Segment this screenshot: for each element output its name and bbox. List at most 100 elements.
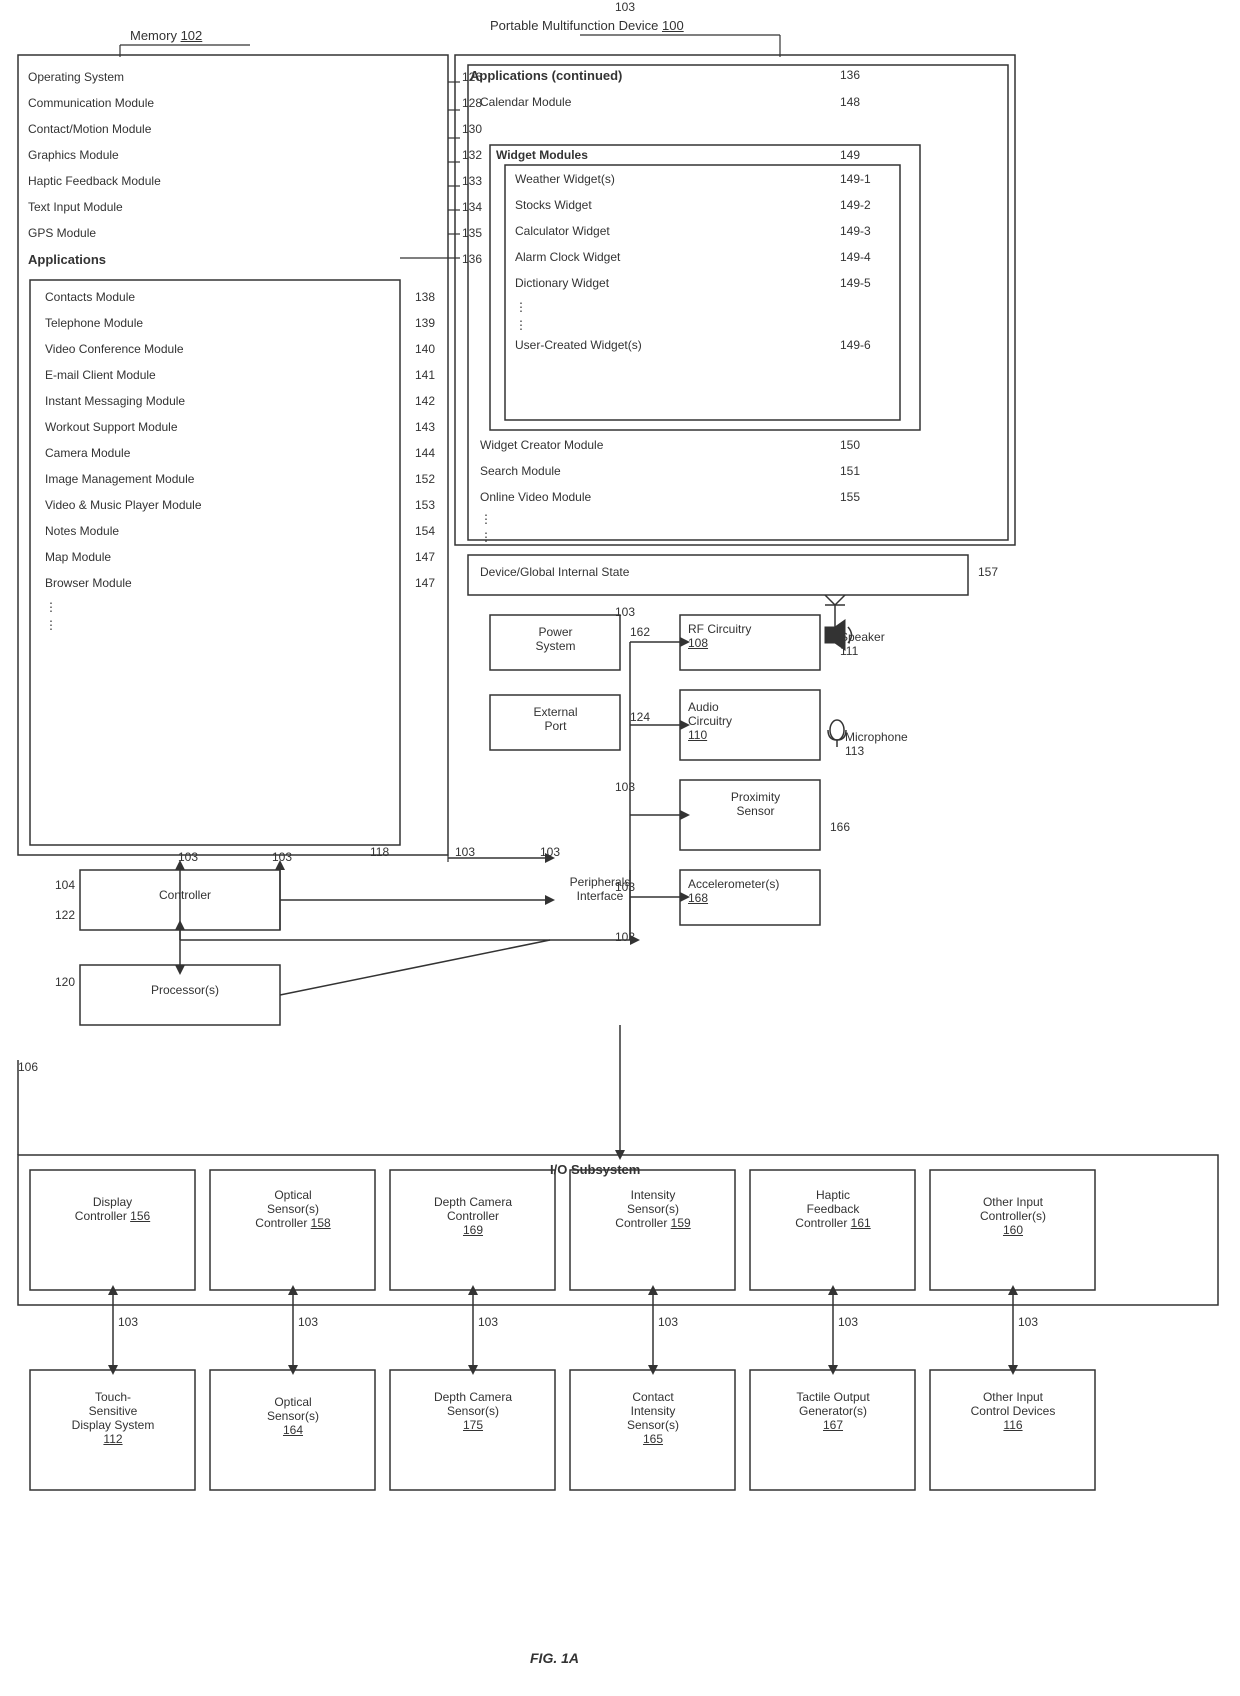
depth-sensor-label: Depth CameraSensor(s)175 xyxy=(398,1390,548,1432)
videoplayer-label: Video & Music Player Module xyxy=(45,498,202,512)
videoconf-ref: 140 xyxy=(415,342,435,356)
accel-label: Accelerometer(s)168 xyxy=(688,877,779,905)
proximity-ref: 166 xyxy=(830,820,850,834)
ref-106: 106 xyxy=(18,1060,38,1074)
applications-header: Applications xyxy=(28,252,106,267)
workout-ref: 143 xyxy=(415,420,435,434)
camera-label: Camera Module xyxy=(45,446,130,460)
widget-modules-label: Widget Modules xyxy=(496,148,588,162)
ref-103-6: 103 xyxy=(615,605,635,619)
rf-label: RF Circuitry108 xyxy=(688,622,751,650)
comm-label: Communication Module xyxy=(28,96,154,110)
proximity-label: ProximitySensor xyxy=(688,790,823,818)
calculator-widget: Calculator Widget xyxy=(515,224,610,238)
haptic-label: Haptic Feedback Module xyxy=(28,174,161,188)
search-module: Search Module xyxy=(480,464,561,478)
textinput-label: Text Input Module xyxy=(28,200,123,214)
videoplayer-ref: 153 xyxy=(415,498,435,512)
imagemgmt-ref: 152 xyxy=(415,472,435,486)
extport-ref: 124 xyxy=(630,710,650,724)
imagemgmt-label: Image Management Module xyxy=(45,472,194,486)
antenna-icon xyxy=(820,590,850,630)
ref-103-10: 103 xyxy=(615,930,635,944)
extport-label: ExternalPort xyxy=(498,705,613,733)
os-label: Operating System xyxy=(28,70,124,84)
videoconf-label: Video Conference Module xyxy=(45,342,184,356)
applications-ref: 136 xyxy=(462,252,482,266)
ref-103-7: 103 xyxy=(615,0,635,14)
online-video: Online Video Module xyxy=(480,490,591,504)
im-ref: 142 xyxy=(415,394,435,408)
ref-103-5: 103 xyxy=(540,845,560,859)
optical-sensor-label: OpticalSensor(s)164 xyxy=(218,1395,368,1437)
ref-103-9: 103 xyxy=(615,880,635,894)
tactile-output-label: Tactile OutputGenerator(s)167 xyxy=(758,1390,908,1432)
controller-label: Controller xyxy=(90,888,280,902)
dots2: ⋮ xyxy=(45,618,57,632)
dictionary-ref: 149-5 xyxy=(840,276,871,290)
ref-103-2: 103 xyxy=(272,850,292,864)
ref-io-103-4: 103 xyxy=(658,1315,678,1329)
graphics-ref: 132 xyxy=(462,148,482,162)
device-global-label: Device/Global Internal State xyxy=(480,565,629,579)
optical-ctrl-label: OpticalSensor(s)Controller 158 xyxy=(218,1188,368,1230)
contact-label: Contact/Motion Module xyxy=(28,122,151,136)
apps-continued-header: Applications (continued) xyxy=(470,68,622,83)
textinput-ref: 134 xyxy=(462,200,482,214)
contact-ref: 130 xyxy=(462,122,482,136)
audio-label: AudioCircuitry110 xyxy=(688,700,732,742)
ref-122: 122 xyxy=(55,908,75,922)
intensity-ctrl-label: IntensitySensor(s)Controller 159 xyxy=(578,1188,728,1230)
ref-103-1: 103 xyxy=(178,850,198,864)
search-ref: 151 xyxy=(840,464,860,478)
ref-io-103-2: 103 xyxy=(298,1315,318,1329)
other-ctrl-label: Other InputController(s)160 xyxy=(938,1195,1088,1237)
memory-title: Memory 102 xyxy=(130,28,202,43)
io-subsystem-label: I/O Subsystem xyxy=(550,1162,640,1177)
ref-io-103-5: 103 xyxy=(838,1315,858,1329)
ref-io-103-3: 103 xyxy=(478,1315,498,1329)
graphics-label: Graphics Module xyxy=(28,148,119,162)
widget-modules-ref: 149 xyxy=(840,148,860,162)
telephone-ref: 139 xyxy=(415,316,435,330)
notes-label: Notes Module xyxy=(45,524,119,538)
mic-icon xyxy=(820,715,855,750)
stocks-ref: 149-2 xyxy=(840,198,871,212)
appcont-dots2: ⋮ xyxy=(480,530,492,544)
weather-ref: 149-1 xyxy=(840,172,871,186)
memory-ref: 102 xyxy=(181,28,203,43)
apps-continued-ref: 136 xyxy=(840,68,860,82)
alarmclock-widget: Alarm Clock Widget xyxy=(515,250,620,264)
stocks-widget: Stocks Widget xyxy=(515,198,592,212)
workout-label: Workout Support Module xyxy=(45,420,178,434)
ref-103-3: 118 xyxy=(370,845,389,859)
camera-ref: 144 xyxy=(415,446,435,460)
map-ref: 147 xyxy=(415,550,435,564)
telephone-label: Telephone Module xyxy=(45,316,143,330)
other-input-label: Other InputControl Devices116 xyxy=(938,1390,1088,1432)
processor-label: Processor(s) xyxy=(90,983,280,997)
ref-103-8: 103 xyxy=(615,780,635,794)
ref-104: 104 xyxy=(55,878,75,892)
power-ref: 162 xyxy=(630,625,650,639)
ref-io-103-1: 103 xyxy=(118,1315,138,1329)
diagram-container: Memory 102 Portable Multifunction Device… xyxy=(0,0,1240,1696)
widget-dots1: ⋮ xyxy=(515,300,527,314)
ref-103-4: 103 xyxy=(455,845,475,859)
calendar-label: Calendar Module xyxy=(480,95,571,109)
display-ctrl-label: DisplayController 156 xyxy=(40,1195,185,1223)
device-global-ref: 157 xyxy=(978,565,998,579)
online-video-ref: 155 xyxy=(840,490,860,504)
ref-120: 120 xyxy=(55,975,75,989)
email-label: E-mail Client Module xyxy=(45,368,156,382)
contacts-ref: 138 xyxy=(415,290,435,304)
contacts-label: Contacts Module xyxy=(45,290,135,304)
calendar-ref: 148 xyxy=(840,95,860,109)
contact-intensity-label: ContactIntensitySensor(s)165 xyxy=(578,1390,728,1446)
ref-io-103-6: 103 xyxy=(1018,1315,1038,1329)
browser-ref: 147 xyxy=(415,576,435,590)
widget-creator: Widget Creator Module xyxy=(480,438,603,452)
notes-ref: 154 xyxy=(415,524,435,538)
appcont-dots1: ⋮ xyxy=(480,512,492,526)
haptic-ctrl-label: HapticFeedbackController 161 xyxy=(758,1188,908,1230)
